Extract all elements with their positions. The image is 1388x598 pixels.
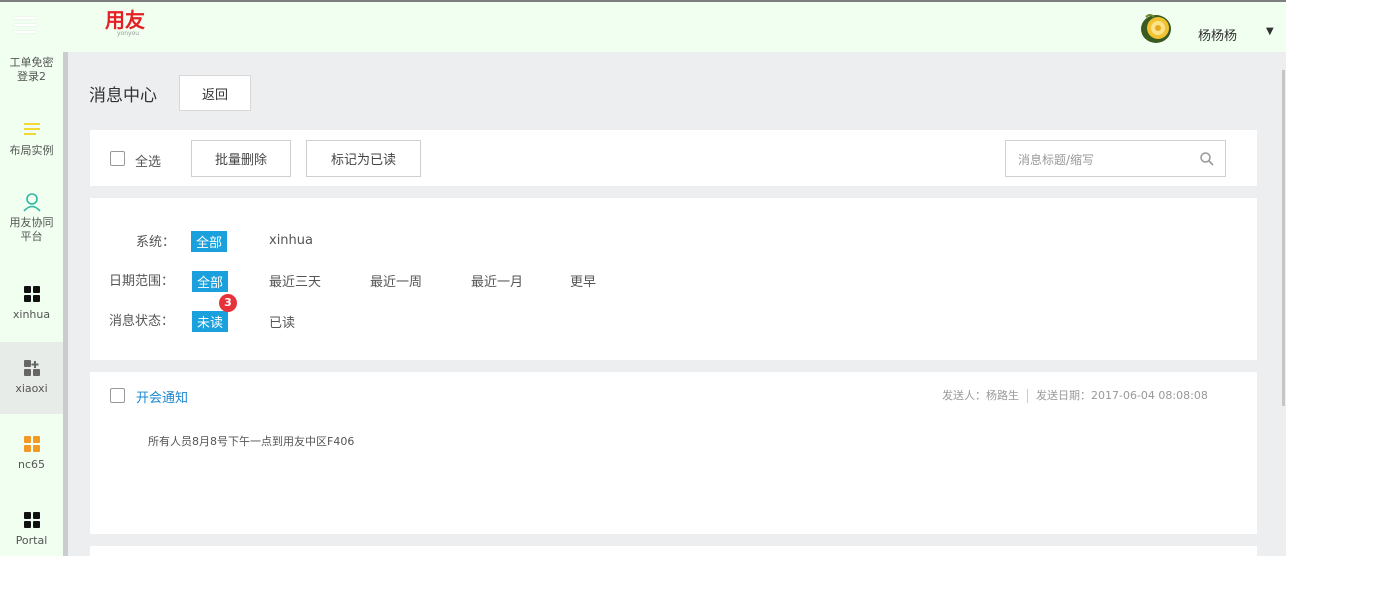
- page-scrollbar[interactable]: [1282, 70, 1285, 406]
- sidebar-item-label: nc65: [17, 458, 46, 471]
- date-filter-earlier[interactable]: 更早: [570, 271, 596, 290]
- sidebar-item-portal[interactable]: Portal: [0, 510, 63, 548]
- next-message-card: [90, 546, 1257, 556]
- username[interactable]: 杨杨杨: [1198, 25, 1237, 44]
- message-checkbox[interactable]: [110, 388, 125, 403]
- message-body: 所有人员8月8号下午一点到用友中区F406: [148, 435, 355, 448]
- layout-list-icon: [23, 123, 40, 135]
- message-meta: 发送人：杨路生 发送日期：2017-06-04 08:08:08: [942, 387, 1208, 403]
- sidebar: 工单免密登录2 布局实例 用友协同平台 xinhua xiaoxi nc65 P…: [0, 52, 63, 556]
- status-filter-unread[interactable]: 未读: [192, 311, 229, 332]
- system-filter-label: 系统：: [136, 235, 176, 250]
- unread-count-badge: 3: [219, 294, 237, 312]
- sidebar-item-label: xinhua: [12, 308, 51, 321]
- sidebar-item-label: 用友协同平台: [9, 216, 54, 243]
- message-sender: 发送人：杨路生: [942, 389, 1019, 402]
- sidebar-item-sso-login[interactable]: 工单免密登录2: [0, 56, 63, 84]
- message-date: 发送日期：2017-06-04 08:08:08: [1036, 389, 1208, 402]
- status-filter-label: 消息状态：: [109, 314, 175, 329]
- system-filter-xinhua[interactable]: xinhua: [269, 233, 313, 248]
- sidebar-item-label: xiaoxi: [15, 382, 48, 395]
- menu-icon[interactable]: [14, 17, 36, 35]
- app-window: 用友 yonyou 杨杨杨 ▼ 工单免密登录2 布局实例 用友协同平台 xinh…: [0, 0, 1286, 556]
- top-bar: 用友 yonyou 杨杨杨 ▼: [0, 0, 1286, 52]
- select-all-label[interactable]: 全选: [135, 151, 161, 170]
- date-filter-last-week[interactable]: 最近一周: [370, 271, 422, 290]
- date-filter-last-3-days[interactable]: 最近三天: [269, 271, 321, 290]
- search-input[interactable]: [1016, 149, 1190, 171]
- grid-icon: [23, 436, 40, 452]
- mark-as-read-button[interactable]: 标记为已读: [306, 140, 421, 177]
- batch-delete-button[interactable]: 批量删除: [191, 140, 291, 177]
- grid-icon: [23, 286, 40, 302]
- status-filter-read[interactable]: 已读: [269, 312, 295, 331]
- sidebar-item-xiaoxi[interactable]: xiaoxi: [0, 342, 63, 414]
- sidebar-item-yonyou-collab[interactable]: 用友协同平台: [0, 192, 63, 244]
- page-title: 消息中心: [89, 86, 157, 106]
- grid-plus-icon: [23, 360, 40, 376]
- sidebar-item-layout-example[interactable]: 布局实例: [0, 120, 63, 158]
- meta-divider: [1027, 389, 1028, 403]
- search-icon[interactable]: [1199, 151, 1215, 167]
- sidebar-item-label: 布局实例: [9, 144, 54, 157]
- back-button[interactable]: 返回: [179, 75, 251, 111]
- sidebar-item-label: 工单免密登录2: [9, 56, 54, 83]
- date-filter-last-month[interactable]: 最近一月: [471, 271, 523, 290]
- sidebar-item-label: Portal: [15, 534, 48, 547]
- search-box: [1005, 140, 1226, 177]
- sidebar-item-xinhua[interactable]: xinhua: [0, 284, 63, 322]
- filter-panel: [90, 198, 1257, 360]
- grid-icon: [23, 512, 40, 528]
- avatar[interactable]: [1138, 11, 1174, 45]
- sidebar-divider: [63, 52, 68, 556]
- brand-logo: 用友 yonyou: [105, 8, 145, 37]
- message-title-link[interactable]: 开会通知: [136, 387, 188, 406]
- chevron-down-icon[interactable]: ▼: [1266, 26, 1274, 37]
- date-filter-all[interactable]: 全部: [192, 271, 229, 292]
- user-outline-icon: [22, 193, 41, 212]
- system-filter-all[interactable]: 全部: [191, 231, 228, 252]
- sidebar-item-nc65[interactable]: nc65: [0, 434, 63, 472]
- select-all-checkbox[interactable]: [110, 151, 125, 166]
- date-range-filter-label: 日期范围：: [109, 274, 175, 289]
